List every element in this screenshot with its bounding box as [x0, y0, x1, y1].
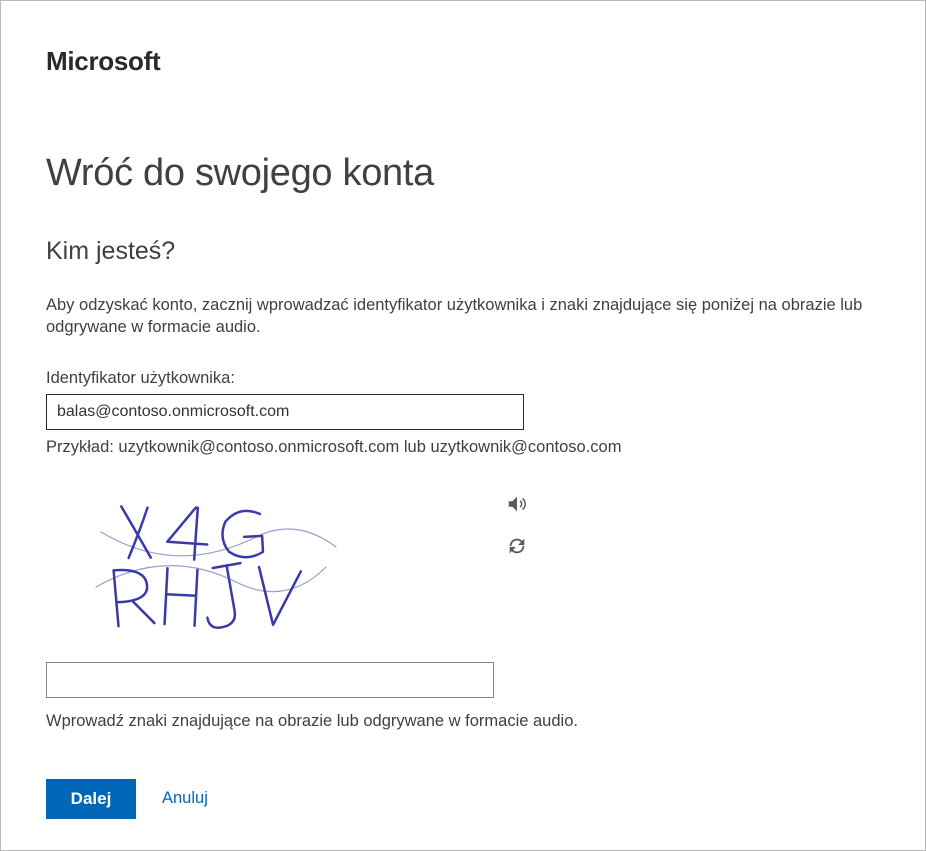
captcha-image [46, 487, 356, 637]
user-id-input[interactable] [46, 394, 524, 430]
page-subtitle: Kim jesteś? [46, 237, 880, 266]
captcha-row [46, 487, 880, 637]
speaker-icon[interactable] [506, 493, 528, 515]
page-title: Wróć do swojego konta [46, 152, 880, 195]
refresh-icon[interactable] [506, 535, 528, 557]
next-button[interactable]: Dalej [46, 779, 136, 819]
button-row: Dalej Anuluj [46, 779, 880, 819]
instruction-text: Aby odzyskać konto, zacznij wprowadzać i… [46, 294, 866, 339]
user-id-label: Identyfikator użytkownika: [46, 369, 880, 388]
captcha-input[interactable] [46, 662, 494, 698]
cancel-button[interactable]: Anuluj [162, 789, 208, 808]
user-id-example: Przykład: uzytkownik@contoso.onmicrosoft… [46, 438, 880, 457]
captcha-helper: Wprowadź znaki znajdujące na obrazie lub… [46, 712, 880, 731]
microsoft-logo: Microsoft [46, 46, 880, 77]
